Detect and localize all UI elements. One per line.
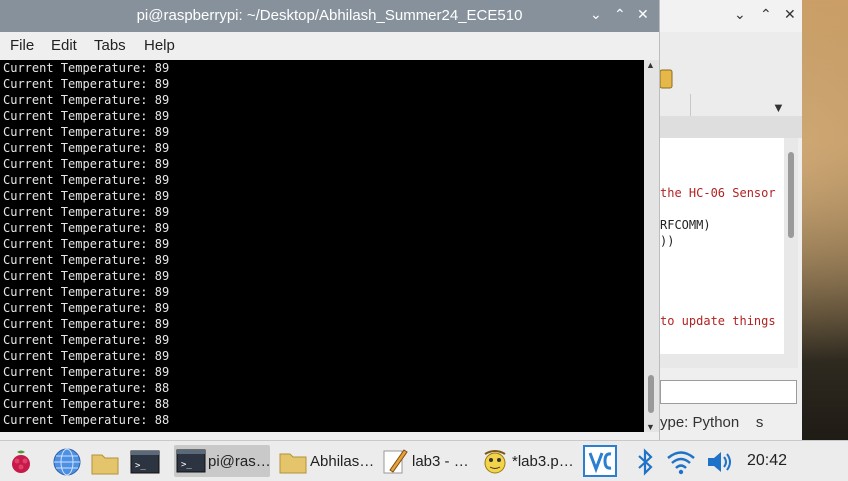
terminal-line: Current Temperature: 89 [3,173,170,187]
taskbar-task-label: *lab3.p… [512,453,574,470]
code-editor[interactable]: the HC-06 Sensor RFCOMM) )) to update th… [660,138,784,354]
menu-tabs[interactable]: Tabs [94,37,126,54]
scroll-thumb[interactable] [648,375,654,413]
taskbar-task-4[interactable]: *lab3.p… [478,445,578,477]
terminal-line: Current Temperature: 89 [3,301,170,315]
terminal-line: Current Temperature: 89 [3,189,170,203]
code-line: RFCOMM) [660,218,711,232]
raspberry-menu-icon[interactable] [6,447,36,477]
close-icon[interactable]: ✕ [637,6,649,23]
taskbar-task-label: lab3 - … [412,453,469,470]
status-bar-text: ype: Python s [660,414,764,431]
terminal-line: Current Temperature: 89 [3,237,170,251]
file-manager-icon[interactable] [90,447,120,477]
terminal-line: Current Temperature: 89 [3,109,170,123]
terminal-line: Current Temperature: 89 [3,349,170,363]
shell-input[interactable] [660,380,797,404]
terminal-line: Current Temperature: 89 [3,125,170,139]
thonny-icon [480,446,510,481]
close-icon[interactable]: ✕ [784,6,796,23]
web-browser-icon[interactable] [52,447,82,477]
text-editor-icon [380,446,410,481]
folder-icon [278,446,308,481]
menu-edit[interactable]: Edit [51,37,77,54]
menu-file[interactable]: File [10,37,34,54]
clock[interactable]: 20:42 [747,452,787,470]
terminal-line: Current Temperature: 89 [3,141,170,155]
terminal-line: Current Temperature: 89 [3,77,170,91]
editor-scroll-thumb[interactable] [788,152,794,238]
terminal-line: Current Temperature: 89 [3,333,170,347]
menu-help[interactable]: Help [144,37,175,54]
taskbar-task-2[interactable]: Abhilas… [276,445,374,477]
terminal-launcher-icon[interactable]: >_ [130,447,160,477]
terminal-line: Current Temperature: 89 [3,205,170,219]
terminal-line: Current Temperature: 88 [3,413,170,427]
thonny-window[interactable]: ⌄ ⌃ ✕ ▼ the HC-06 Sensor RFCOMM) )) to u… [659,0,802,440]
terminal-output[interactable]: Current Temperature: 89 Current Temperatu… [0,60,644,432]
code-line: the HC-06 Sensor [660,186,776,200]
terminal-line: Current Temperature: 89 [3,221,170,235]
terminal-line: Current Temperature: 89 [3,93,170,107]
thonny-toolbar: ▼ [660,32,802,130]
terminal-line: Current Temperature: 89 [3,269,170,283]
chevron-down-icon[interactable]: ▼ [772,100,785,115]
code-line: to update things [660,314,776,328]
editor-tab-strip[interactable] [660,116,802,138]
terminal-line: Current Temperature: 88 [3,381,170,395]
stop-icon[interactable] [660,68,674,92]
taskbar: >_ >_ pi@ras… Abhilas… lab3 - … *lab3.p… 20:… [0,440,848,481]
svg-text:>_: >_ [135,461,146,471]
terminal-titlebar[interactable]: pi@raspberrypi: ~/Desktop/Abhilash_Summe… [0,0,659,32]
terminal-line: Current Temperature: 89 [3,157,170,171]
menu-bar: File Edit Tabs Help [0,32,659,60]
terminal-line: Current Temperature: 89 [3,317,170,331]
maximize-icon[interactable]: ⌃ [760,6,772,23]
minimize-icon[interactable]: ⌄ [734,6,746,23]
terminal-scrollbar[interactable]: ▲ ▼ [644,60,659,432]
terminal-window[interactable]: pi@raspberrypi: ~/Desktop/Abhilash_Summe… [0,0,659,440]
thonny-titlebar[interactable]: ⌄ ⌃ ✕ [660,0,802,32]
terminal-line: Current Temperature: 89 [3,285,170,299]
bluetooth-icon[interactable] [630,447,660,477]
taskbar-task-label: pi@ras… [208,453,271,470]
terminal-line: Current Temperature: 89 [3,365,170,379]
wifi-icon[interactable] [666,447,696,477]
volume-icon[interactable] [704,447,734,477]
taskbar-task-1[interactable]: >_ pi@ras… [174,445,271,477]
scroll-down-icon[interactable]: ▼ [646,422,655,432]
vnc-icon[interactable] [583,445,617,477]
minimize-icon[interactable]: ⌄ [590,6,602,23]
code-line: )) [660,234,675,248]
terminal-line: Current Temperature: 89 [3,253,170,267]
terminal-line: Current Temperature: 89 [3,61,170,75]
editor-horizontal-scrollbar[interactable] [660,354,798,368]
window-title: pi@raspberrypi: ~/Desktop/Abhilash_Summe… [136,7,523,24]
taskbar-task-label: Abhilas… [310,453,375,470]
terminal-line: Current Temperature: 88 [3,397,170,411]
maximize-icon[interactable]: ⌃ [614,6,626,23]
svg-text:>_: >_ [181,460,192,470]
taskbar-task-3[interactable]: lab3 - … [378,445,474,477]
scroll-up-icon[interactable]: ▲ [646,60,655,70]
terminal-icon: >_ [176,446,206,481]
